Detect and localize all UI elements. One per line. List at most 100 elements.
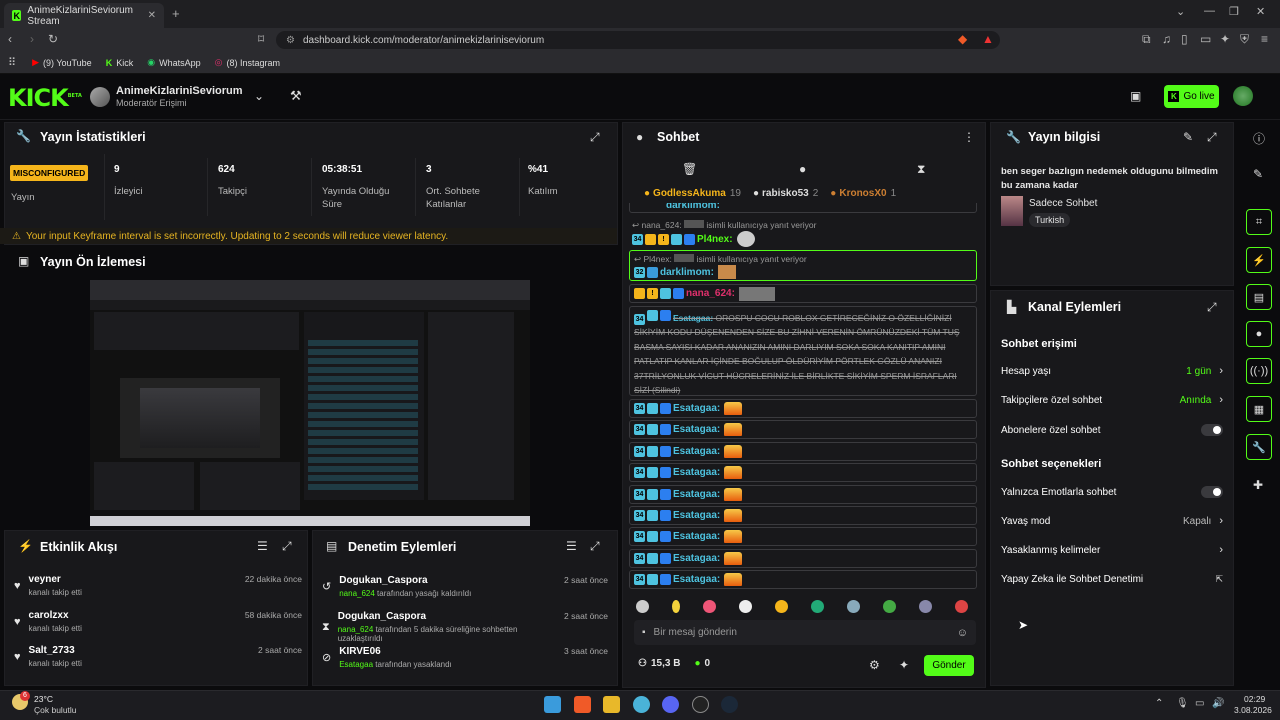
account-age-setting[interactable]: Hesap yaşı 1 gün › bbox=[1001, 365, 1223, 377]
slow-mode-setting[interactable]: Yavaş mod Kapalı › bbox=[1001, 515, 1223, 527]
leo-icon[interactable]: ✦ bbox=[1220, 32, 1230, 46]
new-tab-icon[interactable]: + bbox=[172, 6, 180, 21]
chat-message[interactable]: 34 Esatagaa: bbox=[629, 399, 977, 418]
send-button[interactable]: Gönder bbox=[924, 655, 974, 676]
chat-menu-icon[interactable]: ⋮ bbox=[963, 130, 975, 144]
emote-icon[interactable] bbox=[636, 600, 649, 613]
bookmark-whatsapp[interactable]: ◉ WhatsApp bbox=[147, 57, 200, 68]
chat-input[interactable]: ▪ Bir mesaj gönderin ☺ bbox=[634, 620, 976, 645]
close-tab-icon[interactable]: ✕ bbox=[148, 10, 156, 21]
browser-tab[interactable]: K AnimeKizlariniSeviorum Stream ✕ bbox=[4, 3, 164, 28]
category-name[interactable]: Sadece Sohbet bbox=[1029, 198, 1097, 209]
address-bar[interactable]: ⚙ dashboard.kick.com/moderator/animekizl… bbox=[276, 31, 1000, 49]
pencil-icon[interactable]: ✎ bbox=[1253, 167, 1263, 181]
extensions-icon[interactable]: ⧉ bbox=[1142, 32, 1151, 47]
forward-icon[interactable]: › bbox=[30, 32, 34, 46]
chat-message[interactable]: 34 Esatagaa: bbox=[629, 441, 977, 461]
start-icon[interactable] bbox=[544, 696, 561, 713]
emote-icon[interactable] bbox=[703, 600, 716, 613]
edit-icon[interactable]: ✎ bbox=[1183, 130, 1193, 144]
chat-message[interactable]: 34! Pl4nex: bbox=[632, 231, 755, 247]
chat-message[interactable]: 34 Esatagaa: bbox=[629, 527, 977, 547]
chat-message[interactable]: 34 Esatagaa: bbox=[629, 484, 977, 504]
hourglass-icon[interactable]: ⧗ bbox=[917, 162, 925, 177]
emote-icon[interactable] bbox=[955, 600, 968, 613]
steam-icon[interactable] bbox=[721, 696, 738, 713]
wallet-icon[interactable]: ▭ bbox=[1200, 32, 1211, 46]
emoji-icon[interactable]: ☺ bbox=[957, 627, 968, 639]
tray-chevron-icon[interactable]: ⌃ bbox=[1155, 698, 1163, 709]
mod-tools-icon[interactable]: ✦ bbox=[899, 658, 909, 672]
back-icon[interactable]: ‹ bbox=[8, 32, 12, 46]
user-avatar[interactable] bbox=[1233, 86, 1253, 106]
chat-message[interactable]: 34 Esatagaa: bbox=[629, 463, 977, 483]
hammer-icon[interactable]: ⚒ bbox=[290, 88, 302, 104]
media-icon[interactable]: ♫ bbox=[1162, 32, 1171, 46]
settings-icon[interactable]: ⚙ bbox=[869, 658, 880, 672]
close-window-icon[interactable]: ✕ bbox=[1256, 5, 1265, 18]
popout-icon[interactable]: ⤢ bbox=[1207, 300, 1217, 315]
chat-message[interactable]: 34 Esatagaa: bbox=[629, 548, 977, 568]
followers-only-setting[interactable]: Takipçilere özel sohbet Anında › bbox=[1001, 394, 1223, 406]
tab-list-icon[interactable]: ⌄ bbox=[1176, 5, 1185, 18]
explorer-icon[interactable] bbox=[603, 696, 620, 713]
volume-icon[interactable]: 🔊 bbox=[1212, 698, 1224, 709]
mic-icon[interactable]: 🎙 bbox=[1176, 698, 1189, 709]
chevron-down-icon[interactable]: ⌄ bbox=[254, 89, 264, 103]
maximize-icon[interactable]: ❐ bbox=[1229, 5, 1239, 18]
sidebar-moderation-button[interactable]: ▤ bbox=[1246, 284, 1272, 310]
popout-icon[interactable]: ⤢ bbox=[590, 130, 600, 145]
chat-message[interactable]: 34 Esatagaa: bbox=[629, 420, 977, 440]
chat-message[interactable]: darklimom: bbox=[629, 203, 977, 213]
bookmark-youtube[interactable]: ▶ (9) YouTube bbox=[32, 57, 92, 68]
stream-preview-video[interactable] bbox=[90, 280, 530, 526]
popout-icon[interactable]: ⤢ bbox=[282, 539, 292, 554]
sidebar-stats-button[interactable]: ▦ bbox=[1246, 396, 1272, 422]
ai-moderation-setting[interactable]: Yapay Zeka ile Sohbet Denetimi ⇱ bbox=[1001, 574, 1223, 585]
network-icon[interactable]: ▭ bbox=[1195, 698, 1204, 709]
banned-words-setting[interactable]: Yasaklanmış kelimeler › bbox=[1001, 544, 1223, 556]
info-icon[interactable]: ⓘ bbox=[1253, 130, 1265, 147]
obs-icon[interactable] bbox=[692, 696, 709, 713]
settings-app-icon[interactable] bbox=[633, 696, 650, 713]
trash-icon[interactable]: 🗑 bbox=[682, 162, 697, 176]
deleted-message[interactable]: 34 Esatagaa: OROSPU COCU ROBLOX GETİRECEĞ… bbox=[629, 306, 977, 396]
sidebar-wrench-button[interactable]: 🔧 bbox=[1246, 434, 1272, 460]
emote-icon[interactable] bbox=[775, 600, 788, 613]
chat-message[interactable]: 34 Esatagaa: bbox=[629, 506, 977, 525]
sidebar-chat-button[interactable]: ● bbox=[1246, 321, 1272, 347]
chat-message[interactable]: ! nana_624: bbox=[629, 284, 977, 303]
brave-icon[interactable] bbox=[574, 696, 591, 713]
filter-icon[interactable]: ☰ bbox=[257, 539, 268, 553]
chat-message[interactable]: 34 Esatagaa: bbox=[629, 570, 977, 590]
sidebar-broadcast-button[interactable]: ((·)) bbox=[1246, 358, 1272, 384]
emote-strip[interactable] bbox=[636, 600, 991, 616]
brave-rewards-icon[interactable]: ▲ bbox=[982, 32, 994, 46]
emote-icon[interactable] bbox=[811, 600, 824, 613]
message-icon[interactable]: ● bbox=[799, 162, 806, 176]
highlighted-reply[interactable]: ↩ Pl4nex: isimli kullanıcıya yanıt veriy… bbox=[629, 250, 977, 281]
minimize-icon[interactable]: — bbox=[1204, 5, 1215, 17]
bookmark-instagram[interactable]: ◎ (8) Instagram bbox=[215, 57, 280, 68]
brave-shield-icon[interactable]: ◆ bbox=[958, 32, 967, 46]
apps-grid-icon[interactable]: ⠿ bbox=[8, 56, 16, 69]
add-widget-icon[interactable]: ✚ bbox=[1253, 478, 1263, 492]
discord-icon[interactable] bbox=[662, 696, 679, 713]
bookmark-kick[interactable]: K Kick bbox=[106, 58, 134, 68]
camera-icon[interactable]: ▣ bbox=[1130, 89, 1141, 103]
filter-icon[interactable]: ☰ bbox=[566, 539, 577, 553]
menu-icon[interactable]: ≡ bbox=[1261, 32, 1268, 46]
emote-only-toggle[interactable] bbox=[1201, 486, 1223, 498]
emote-icon[interactable] bbox=[739, 600, 752, 613]
sidebar-activity-button[interactable]: ⚡ bbox=[1246, 247, 1272, 273]
emote-icon[interactable] bbox=[847, 600, 860, 613]
subs-only-toggle[interactable] bbox=[1201, 424, 1223, 436]
kick-logo[interactable]: KICKBETA bbox=[8, 84, 82, 112]
emote-icon[interactable] bbox=[883, 600, 896, 613]
popout-icon[interactable]: ⤢ bbox=[590, 539, 600, 554]
go-live-button[interactable]: K Go live bbox=[1164, 85, 1219, 108]
vpn-icon[interactable]: ⛨ bbox=[1240, 32, 1249, 47]
popout-icon[interactable]: ⤢ bbox=[1207, 130, 1217, 145]
sidebar-preview-button[interactable]: ⌗ bbox=[1246, 209, 1272, 235]
channel-avatar[interactable] bbox=[90, 87, 110, 107]
